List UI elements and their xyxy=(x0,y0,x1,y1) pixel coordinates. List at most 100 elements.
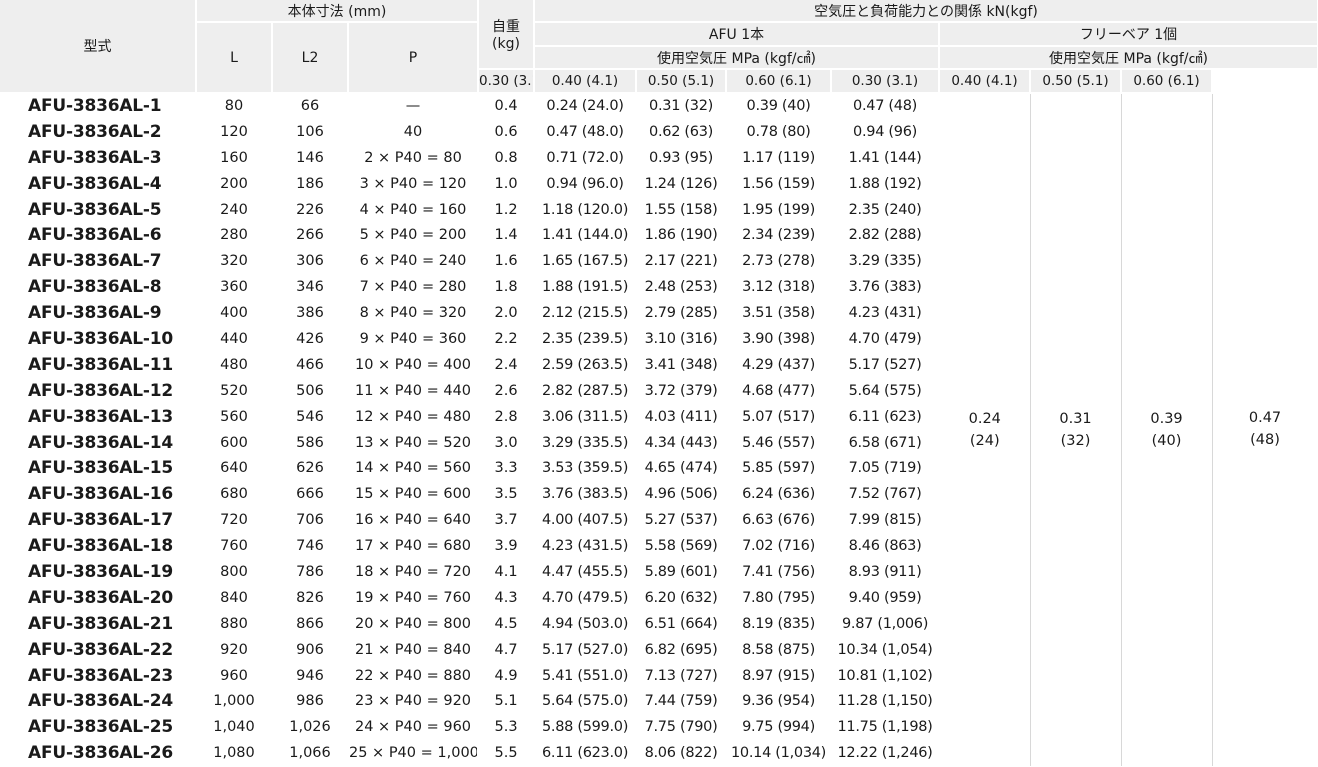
header-p: P xyxy=(348,22,480,94)
afu-load-050-cell: 1.56 (159) xyxy=(726,170,833,198)
l2-cell: 106 xyxy=(272,118,349,146)
p-cell: 18 × P40 = 720 xyxy=(348,559,480,586)
p-cell: 5 × P40 = 200 xyxy=(348,222,480,249)
l2-cell: 626 xyxy=(272,455,349,482)
weight-cell: 1.4 xyxy=(478,222,536,249)
free-bearing-load-cell: 0.31 (32) xyxy=(1029,93,1122,767)
free-bearing-kn: 0.39 xyxy=(1150,410,1183,427)
l-cell: 800 xyxy=(196,559,273,586)
afu-load-060-cell: 8.46 (863) xyxy=(831,533,941,560)
l-cell: 320 xyxy=(196,248,273,275)
model-cell: AFU-3836AL-3 xyxy=(0,144,197,172)
l-cell: 120 xyxy=(196,118,273,146)
model-cell: AFU-3836AL-17 xyxy=(0,507,197,534)
header-pressure-afu: 使用空気圧 MPa (kgf/㎠) xyxy=(534,46,941,70)
l-cell: 200 xyxy=(196,170,273,198)
l2-cell: 746 xyxy=(272,533,349,560)
l-cell: 400 xyxy=(196,300,273,327)
afu-load-030-cell: 3.29 (335.5) xyxy=(534,429,638,456)
afu-load-030-cell: 0.24 (24.0) xyxy=(534,93,638,120)
l2-cell: 466 xyxy=(272,351,349,379)
afu-load-060-cell: 9.40 (959) xyxy=(831,584,941,612)
afu-load-040-cell: 7.75 (790) xyxy=(636,714,728,741)
weight-cell: 1.6 xyxy=(478,248,536,275)
afu-load-050-cell: 5.85 (597) xyxy=(726,455,833,482)
header-l2: L2 xyxy=(272,22,349,94)
model-cell: AFU-3836AL-9 xyxy=(0,300,197,327)
p-cell: 11 × P40 = 440 xyxy=(348,377,480,405)
afu-load-060-cell: 4.70 (479) xyxy=(831,326,941,353)
model-cell: AFU-3836AL-16 xyxy=(0,481,197,508)
model-cell: AFU-3836AL-15 xyxy=(0,455,197,482)
header-afu-group: AFU 1本 xyxy=(534,22,941,47)
afu-load-060-cell: 3.29 (335) xyxy=(831,248,941,275)
afu-load-030-cell: 1.65 (167.5) xyxy=(534,248,638,275)
model-cell: AFU-3836AL-7 xyxy=(0,248,197,275)
table-row: AFU-3836AL-1 80 66—0.4 0.24 (24.0) 0.31 (32)… xyxy=(0,93,1318,767)
afu-load-030-cell: 5.17 (527.0) xyxy=(534,636,638,664)
afu-load-050-cell: 3.12 (318) xyxy=(726,274,833,301)
afu-load-060-cell: 8.93 (911) xyxy=(831,559,941,586)
afu-load-050-cell: 9.36 (954) xyxy=(726,688,833,715)
header-weight: 自重 (kg) xyxy=(478,0,536,70)
weight-cell: 2.4 xyxy=(478,351,536,379)
l2-cell: 226 xyxy=(272,196,349,223)
weight-cell: 4.5 xyxy=(478,610,536,638)
l2-cell: 946 xyxy=(272,662,349,689)
p-cell: 3 × P40 = 120 xyxy=(348,170,480,198)
afu-load-040-cell: 4.34 (443) xyxy=(636,429,728,456)
l2-cell: 266 xyxy=(272,222,349,249)
afu-load-040-cell: 0.62 (63) xyxy=(636,118,728,146)
l-cell: 640 xyxy=(196,455,273,482)
weight-cell: 3.3 xyxy=(478,455,536,482)
afu-load-040-cell: 2.48 (253) xyxy=(636,274,728,301)
afu-load-030-cell: 0.71 (72.0) xyxy=(534,144,638,172)
l2-cell: 866 xyxy=(272,610,349,638)
weight-cell: 4.9 xyxy=(478,662,536,689)
afu-load-060-cell: 1.41 (144) xyxy=(831,144,941,172)
p-cell: 2 × P40 = 80 xyxy=(348,144,480,172)
afu-load-040-cell: 5.27 (537) xyxy=(636,507,728,534)
weight-cell: 2.8 xyxy=(478,403,536,431)
afu-load-050-cell: 8.19 (835) xyxy=(726,610,833,638)
model-cell: AFU-3836AL-14 xyxy=(0,429,197,456)
afu-load-050-cell: 6.24 (636) xyxy=(726,481,833,508)
spec-table: 型式 本体寸法 (mm) 自重 (kg) 空気圧と負荷能力との関係 kN(kgf)… xyxy=(0,0,1318,767)
p-cell: 10 × P40 = 400 xyxy=(348,351,480,379)
afu-load-030-cell: 0.94 (96.0) xyxy=(534,170,638,198)
l2-cell: 546 xyxy=(272,403,349,431)
afu-load-060-cell: 12.22 (1,246) xyxy=(831,740,941,767)
l-cell: 560 xyxy=(196,403,273,431)
afu-load-030-cell: 2.82 (287.5) xyxy=(534,377,638,405)
l2-cell: 506 xyxy=(272,377,349,405)
weight-cell: 3.5 xyxy=(478,481,536,508)
afu-load-030-cell: 5.88 (599.0) xyxy=(534,714,638,741)
afu-load-050-cell: 6.63 (676) xyxy=(726,507,833,534)
afu-load-050-cell: 9.75 (994) xyxy=(726,714,833,741)
weight-cell: 4.3 xyxy=(478,584,536,612)
afu-load-060-cell: 11.28 (1,150) xyxy=(831,688,941,715)
header-pressure-free-1: 0.30 (3.1) xyxy=(831,69,941,94)
free-bearing-load-cell: 0.39 (40) xyxy=(1120,93,1213,767)
p-cell: 7 × P40 = 280 xyxy=(348,274,480,301)
l2-cell: 826 xyxy=(272,584,349,612)
model-cell: AFU-3836AL-1 xyxy=(0,93,197,120)
afu-load-040-cell: 1.55 (158) xyxy=(636,196,728,223)
p-cell: 9 × P40 = 360 xyxy=(348,326,480,353)
l-cell: 720 xyxy=(196,507,273,534)
afu-load-050-cell: 0.39 (40) xyxy=(726,93,833,120)
afu-load-030-cell: 3.06 (311.5) xyxy=(534,403,638,431)
l-cell: 440 xyxy=(196,326,273,353)
afu-load-060-cell: 11.75 (1,198) xyxy=(831,714,941,741)
header-dimensions: 本体寸法 (mm) xyxy=(196,0,480,23)
afu-load-060-cell: 6.11 (623) xyxy=(831,403,941,431)
weight-cell: 2.0 xyxy=(478,300,536,327)
weight-cell: 2.2 xyxy=(478,326,536,353)
weight-cell: 5.5 xyxy=(478,740,536,767)
weight-cell: 1.2 xyxy=(478,196,536,223)
header-pressure-afu-2: 0.40 (4.1) xyxy=(534,69,638,94)
afu-load-050-cell: 2.34 (239) xyxy=(726,222,833,249)
afu-load-030-cell: 4.70 (479.5) xyxy=(534,584,638,612)
free-bearing-kn: 0.24 xyxy=(968,410,1001,427)
p-cell: 14 × P40 = 560 xyxy=(348,455,480,482)
